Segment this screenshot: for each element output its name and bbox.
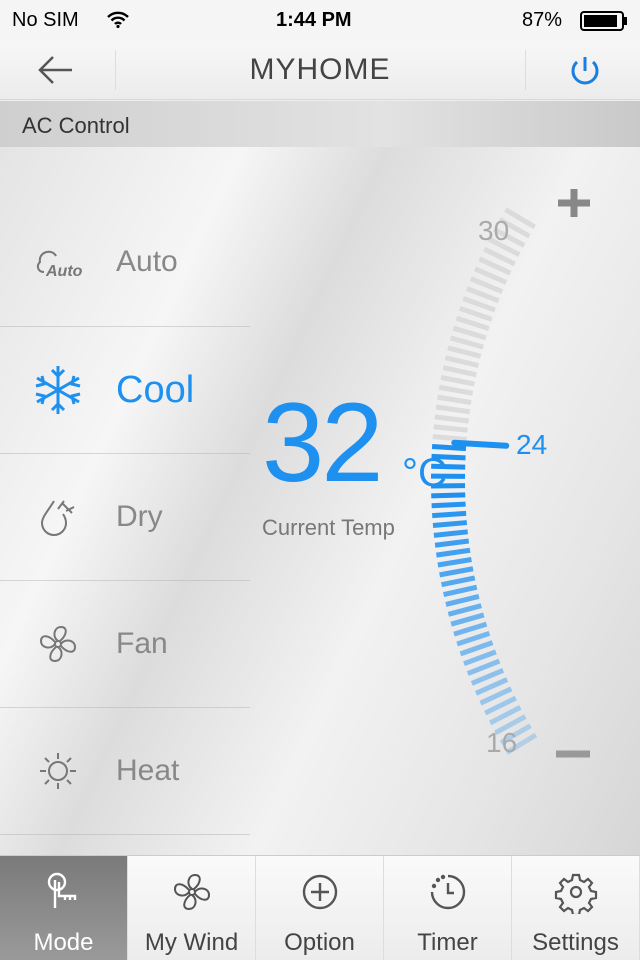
page-title: MYHOME <box>249 53 391 86</box>
carrier: No SIM <box>12 9 79 31</box>
slider-tick <box>449 335 484 350</box>
slider-tick <box>433 424 468 433</box>
wifi-icon <box>107 11 129 28</box>
slider-tick <box>438 384 474 396</box>
current-temp-caption: Current Temp <box>262 515 395 540</box>
slider-tick <box>447 345 482 359</box>
slider-tick <box>432 520 468 528</box>
slider-tick <box>431 444 467 452</box>
tab-option[interactable]: Option <box>256 856 384 960</box>
tab-settings[interactable]: Settings <box>512 856 640 960</box>
tab-label: Option <box>284 929 355 956</box>
divider <box>525 50 526 90</box>
slider-tick <box>434 538 470 548</box>
slider-tick <box>437 394 472 405</box>
slider-tick <box>440 575 476 588</box>
slider-tick <box>434 414 469 424</box>
power-button[interactable] <box>566 52 604 90</box>
battery-icon <box>580 11 627 31</box>
nav-bar: MYHOME <box>0 40 640 100</box>
slider-tick <box>440 374 475 387</box>
current-temp: 32 °C Current Temp <box>262 380 447 541</box>
slider-tick <box>452 325 487 341</box>
slider-tick <box>433 529 468 538</box>
slider-tick <box>435 404 471 415</box>
increase-temp-button[interactable] <box>556 187 592 219</box>
slider-tick <box>431 501 466 509</box>
current-temp-value: 32 <box>262 380 384 505</box>
touch-icon <box>42 870 86 921</box>
clock: 1:44 PM <box>276 9 352 31</box>
slider-tick <box>432 434 467 442</box>
gear-icon <box>554 870 598 921</box>
slider-tick <box>447 603 482 617</box>
tab-timer[interactable]: Timer <box>384 856 512 960</box>
slider-tick <box>453 621 488 637</box>
fan-icon <box>170 870 214 921</box>
tab-label: Settings <box>532 929 619 956</box>
plus-circle-icon <box>298 870 342 921</box>
tab-label: Mode <box>33 929 94 956</box>
slider-tick <box>458 305 493 322</box>
timer-icon <box>426 870 470 921</box>
battery-percent: 87% <box>522 9 563 31</box>
slider-thumb <box>451 439 510 449</box>
slider-tick <box>437 557 472 568</box>
slider-tick <box>443 584 478 598</box>
slider-tick <box>432 510 467 519</box>
slider-tick <box>439 566 474 578</box>
slider-tick <box>436 547 471 558</box>
max-temp-label: 30 <box>478 215 510 246</box>
tab-my-wind[interactable]: My Wind <box>128 856 256 960</box>
slider-tick <box>450 612 485 627</box>
decrease-temp-button[interactable] <box>555 747 591 761</box>
slider-tick <box>442 365 477 378</box>
setpoint-label: 24 <box>516 429 548 460</box>
min-temp-label: 16 <box>486 727 518 758</box>
tab-bar: Mode My Wind Option Timer Settings <box>0 855 640 960</box>
section-header: AC Control <box>0 101 640 147</box>
slider-tick <box>459 640 494 657</box>
status-bar: No SIM 1:44 PM 87% <box>0 0 640 40</box>
tab-mode[interactable]: Mode <box>0 856 128 960</box>
slider-tick <box>455 315 490 331</box>
slider-tick <box>444 355 480 368</box>
slider-tick <box>456 631 491 647</box>
ac-control-panel: Auto Auto Cool Dry Fan Heat 30 16 24 32 °C Cu… <box>0 147 640 855</box>
tab-label: My Wind <box>144 929 239 956</box>
temp-unit: °C <box>402 451 447 495</box>
tab-label: Timer <box>417 929 478 956</box>
slider-tick <box>445 594 480 607</box>
